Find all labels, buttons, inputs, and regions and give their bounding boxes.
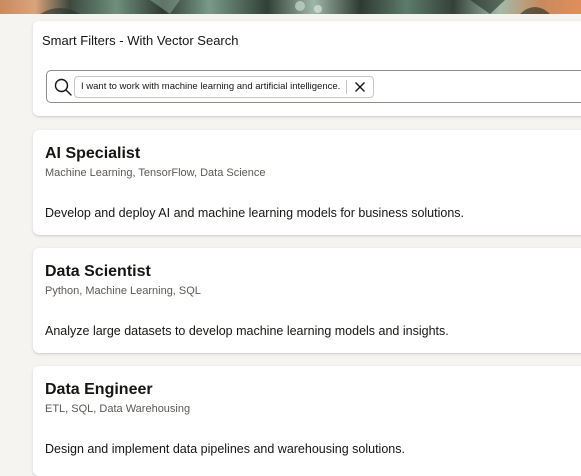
job-title: Data Scientist bbox=[45, 263, 151, 280]
job-description: Design and implement data pipelines and … bbox=[45, 442, 405, 456]
decorative-banner bbox=[0, 0, 581, 14]
job-description: Develop and deploy AI and machine learni… bbox=[45, 206, 465, 220]
job-title: AI Specialist bbox=[45, 145, 141, 162]
job-description: Analyze large datasets to develop machin… bbox=[45, 324, 449, 338]
job-title: Data Engineer bbox=[45, 381, 153, 398]
query-chip[interactable]: I want to work with machine learning and… bbox=[74, 76, 375, 98]
search-icon[interactable] bbox=[53, 77, 73, 97]
result-card[interactable]: Data Scientist Python, Machine Learning,… bbox=[33, 248, 581, 353]
search-field[interactable]: I want to work with machine learning and… bbox=[46, 70, 581, 103]
result-card[interactable]: Data Engineer ETL, SQL, Data Warehousing… bbox=[33, 366, 581, 476]
close-icon[interactable] bbox=[353, 80, 367, 94]
job-skills: ETL, SQL, Data Warehousing bbox=[45, 403, 191, 415]
job-skills: Machine Learning, TensorFlow, Data Scien… bbox=[45, 167, 266, 179]
query-chip-label: I want to work with machine learning and… bbox=[81, 80, 348, 94]
smart-filters-panel: Smart Filters - With Vector Search I wan… bbox=[33, 21, 581, 116]
job-skills: Python, Machine Learning, SQL bbox=[45, 285, 201, 297]
result-card[interactable]: AI Specialist Machine Learning, TensorFl… bbox=[33, 130, 581, 235]
panel-title: Smart Filters - With Vector Search bbox=[42, 33, 239, 48]
